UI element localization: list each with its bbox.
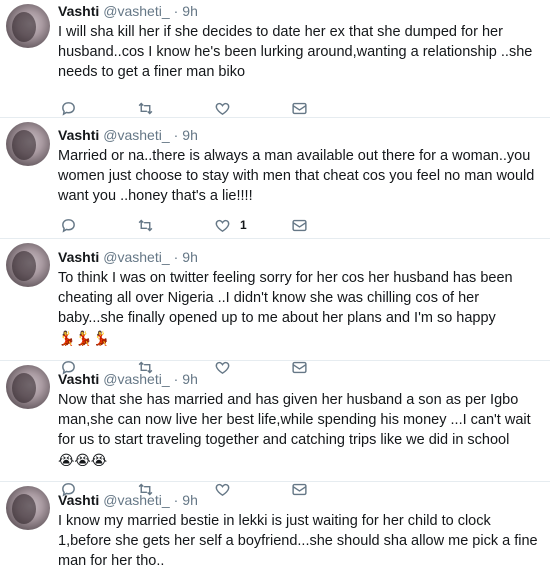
tweet-text: I know my married bestie in lekki is jus… <box>58 511 538 571</box>
username[interactable]: @vasheti_ <box>103 2 169 20</box>
like-count: 1 <box>240 218 247 232</box>
tweet-actions: 1 <box>60 210 542 240</box>
tweet-feed: Vashti @vasheti_ · 9h I will sha kill he… <box>0 0 550 573</box>
tweet-header: Vashti @vasheti_ · 9h <box>58 239 542 266</box>
username[interactable]: @vasheti_ <box>103 491 169 509</box>
avatar[interactable] <box>6 486 50 530</box>
separator: · <box>173 127 179 143</box>
avatar[interactable] <box>6 243 50 287</box>
retweet-button[interactable] <box>137 217 214 234</box>
reply-button[interactable] <box>60 100 137 117</box>
display-name[interactable]: Vashti <box>58 2 99 20</box>
avatar[interactable] <box>6 365 50 409</box>
avatar[interactable] <box>6 4 50 48</box>
like-button[interactable]: 1 <box>214 217 291 234</box>
reply-icon <box>62 218 75 233</box>
reply-icon <box>62 101 75 116</box>
envelope-icon <box>292 102 307 114</box>
like-button[interactable] <box>214 100 291 117</box>
tweet-text-content: Now that she has married and has given h… <box>58 392 531 448</box>
tweet-3[interactable]: Vashti @vasheti_ · 9h To think I was on … <box>0 239 550 375</box>
envelope-icon <box>292 219 307 231</box>
timestamp[interactable]: 9h <box>182 248 198 266</box>
avatar[interactable] <box>6 122 50 166</box>
display-name[interactable]: Vashti <box>58 248 99 266</box>
timestamp[interactable]: 9h <box>182 2 198 20</box>
tweet-text-content: Married or na..there is always a man ava… <box>58 148 535 204</box>
heart-icon <box>215 102 230 115</box>
retweet-icon <box>138 102 153 114</box>
separator: · <box>173 249 179 265</box>
timestamp[interactable]: 9h <box>182 491 198 509</box>
tweet-text: To think I was on twitter feeling sorry … <box>58 268 538 348</box>
tweet-header: Vashti @vasheti_ · 9h <box>58 482 542 509</box>
separator: · <box>173 3 179 19</box>
tweet-header: Vashti @vasheti_ · 9h <box>58 118 542 144</box>
crying-emoji: 😭😭😭 <box>58 452 108 468</box>
retweet-icon <box>138 219 153 231</box>
tweet-2[interactable]: Vashti @vasheti_ · 9h Married or na..the… <box>0 118 550 239</box>
separator: · <box>173 492 179 508</box>
direct-message-button[interactable] <box>291 217 368 234</box>
display-name[interactable]: Vashti <box>58 491 99 509</box>
retweet-button[interactable] <box>137 100 214 117</box>
tweet-header: Vashti @vasheti_ · 9h <box>58 361 542 388</box>
tweet-1[interactable]: Vashti @vasheti_ · 9h I will sha kill he… <box>0 0 550 118</box>
tweet-text: I will sha kill her if she decides to da… <box>58 22 538 82</box>
username[interactable]: @vasheti_ <box>103 126 169 144</box>
tweet-text: Married or na..there is always a man ava… <box>58 146 538 206</box>
tweet-header: Vashti @vasheti_ · 9h <box>58 0 542 20</box>
username[interactable]: @vasheti_ <box>103 370 169 388</box>
tweet-text: Now that she has married and has given h… <box>58 390 538 470</box>
display-name[interactable]: Vashti <box>58 126 99 144</box>
direct-message-button[interactable] <box>291 100 368 117</box>
timestamp[interactable]: 9h <box>182 370 198 388</box>
timestamp[interactable]: 9h <box>182 126 198 144</box>
tweet-4[interactable]: Vashti @vasheti_ · 9h Now that she has m… <box>0 361 550 497</box>
separator: · <box>173 371 179 387</box>
tweet-text-content: I will sha kill her if she decides to da… <box>58 24 533 80</box>
reply-button[interactable] <box>60 217 137 234</box>
tweet-text-content: To think I was on twitter feeling sorry … <box>58 270 513 326</box>
username[interactable]: @vasheti_ <box>103 248 169 266</box>
tweet-5[interactable]: Vashti @vasheti_ · 9h I know my married … <box>0 482 550 573</box>
display-name[interactable]: Vashti <box>58 370 99 388</box>
dancer-emoji: 💃💃💃 <box>58 330 111 346</box>
tweet-text-content: I know my married bestie in lekki is jus… <box>58 513 538 569</box>
heart-icon <box>215 219 230 232</box>
